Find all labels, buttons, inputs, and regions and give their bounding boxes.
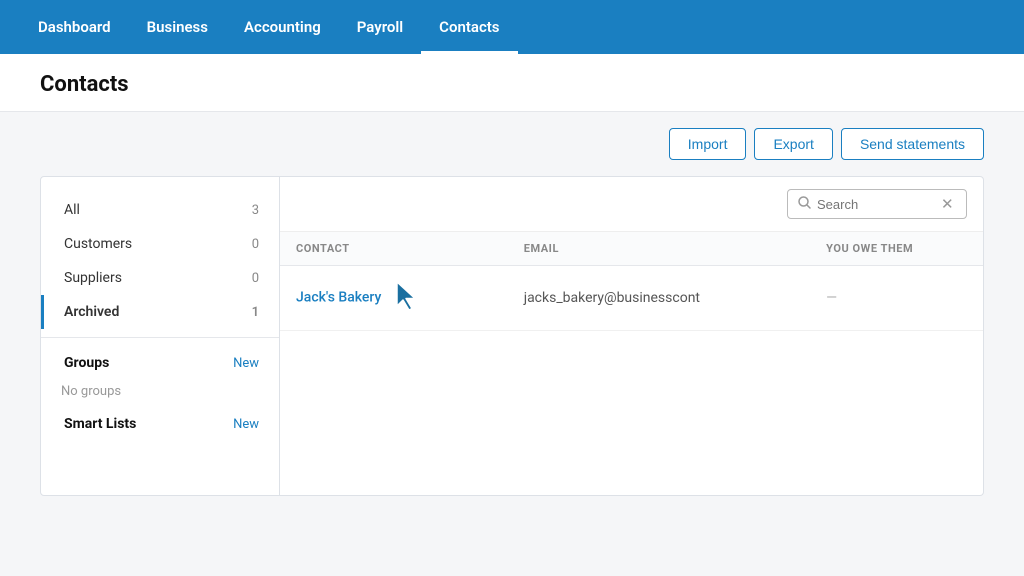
sidebar-item-suppliers-count: 0: [252, 271, 259, 286]
col-contact: CONTACT: [280, 232, 508, 266]
you-owe-them-cell: —: [810, 266, 983, 331]
nav-item-contacts[interactable]: Contacts: [421, 0, 517, 54]
col-email: EMAIL: [508, 232, 810, 266]
sidebar-groups-title: Groups: [64, 355, 109, 371]
you-owe-them-value: —: [826, 290, 837, 306]
sidebar: All 3 Customers 0 Suppliers 0 Archived 1…: [40, 176, 280, 496]
email-value: jacks_bakery@businesscont: [524, 290, 700, 306]
sidebar-item-all-count: 3: [252, 203, 259, 218]
search-icon: [798, 196, 811, 213]
sidebar-item-all-label: All: [64, 202, 80, 218]
page-title: Contacts: [40, 72, 984, 97]
contact-cell: Jack's Bakery: [280, 266, 508, 331]
sidebar-item-archived[interactable]: Archived 1: [41, 295, 279, 329]
table-body: Jack's Bakery jacks_bakery@businesscont …: [280, 266, 983, 331]
sidebar-item-archived-label: Archived: [64, 304, 119, 320]
sidebar-item-smart-lists[interactable]: Smart Lists New: [41, 407, 279, 441]
nav-item-business[interactable]: Business: [129, 0, 226, 54]
main-content: All 3 Customers 0 Suppliers 0 Archived 1…: [0, 176, 1024, 536]
sidebar-item-all[interactable]: All 3: [41, 193, 279, 227]
search-input[interactable]: [817, 197, 937, 212]
page-header: Contacts: [0, 54, 1024, 112]
action-bar: Import Export Send statements: [0, 112, 1024, 176]
sidebar-divider: [41, 337, 279, 338]
sidebar-smart-lists-new[interactable]: New: [233, 417, 259, 432]
col-you-owe-them: YOU OWE THEM: [810, 232, 983, 266]
export-button[interactable]: Export: [754, 128, 832, 160]
email-cell: jacks_bakery@businesscont: [508, 266, 810, 331]
cursor-indicator: [393, 280, 421, 316]
search-box[interactable]: ✕: [787, 189, 967, 219]
send-statements-button[interactable]: Send statements: [841, 128, 984, 160]
sidebar-item-archived-count: 1: [252, 305, 259, 320]
nav-item-accounting[interactable]: Accounting: [226, 0, 339, 54]
sidebar-item-suppliers[interactable]: Suppliers 0: [41, 261, 279, 295]
table-row: Jack's Bakery jacks_bakery@businesscont …: [280, 266, 983, 331]
nav-item-payroll[interactable]: Payroll: [339, 0, 421, 54]
table-header: CONTACT EMAIL YOU OWE THEM: [280, 232, 983, 266]
sidebar-groups-new[interactable]: New: [233, 356, 259, 371]
nav-item-dashboard[interactable]: Dashboard: [20, 0, 129, 54]
sidebar-item-customers-count: 0: [252, 237, 259, 252]
contacts-table: CONTACT EMAIL YOU OWE THEM Jack's Bakery: [280, 232, 983, 331]
sidebar-no-groups: No groups: [41, 380, 279, 407]
search-clear-icon[interactable]: ✕: [941, 195, 954, 213]
sidebar-item-customers-label: Customers: [64, 236, 132, 252]
table-area: ✕ CONTACT EMAIL YOU OWE THEM Jack's Bake…: [280, 176, 984, 496]
contact-link[interactable]: Jack's Bakery: [296, 290, 381, 306]
import-button[interactable]: Import: [669, 128, 747, 160]
top-nav: Dashboard Business Accounting Payroll Co…: [0, 0, 1024, 54]
sidebar-item-suppliers-label: Suppliers: [64, 270, 122, 286]
sidebar-item-groups[interactable]: Groups New: [41, 346, 279, 380]
table-toolbar: ✕: [280, 177, 983, 232]
sidebar-smart-lists-title: Smart Lists: [64, 416, 136, 432]
sidebar-item-customers[interactable]: Customers 0: [41, 227, 279, 261]
